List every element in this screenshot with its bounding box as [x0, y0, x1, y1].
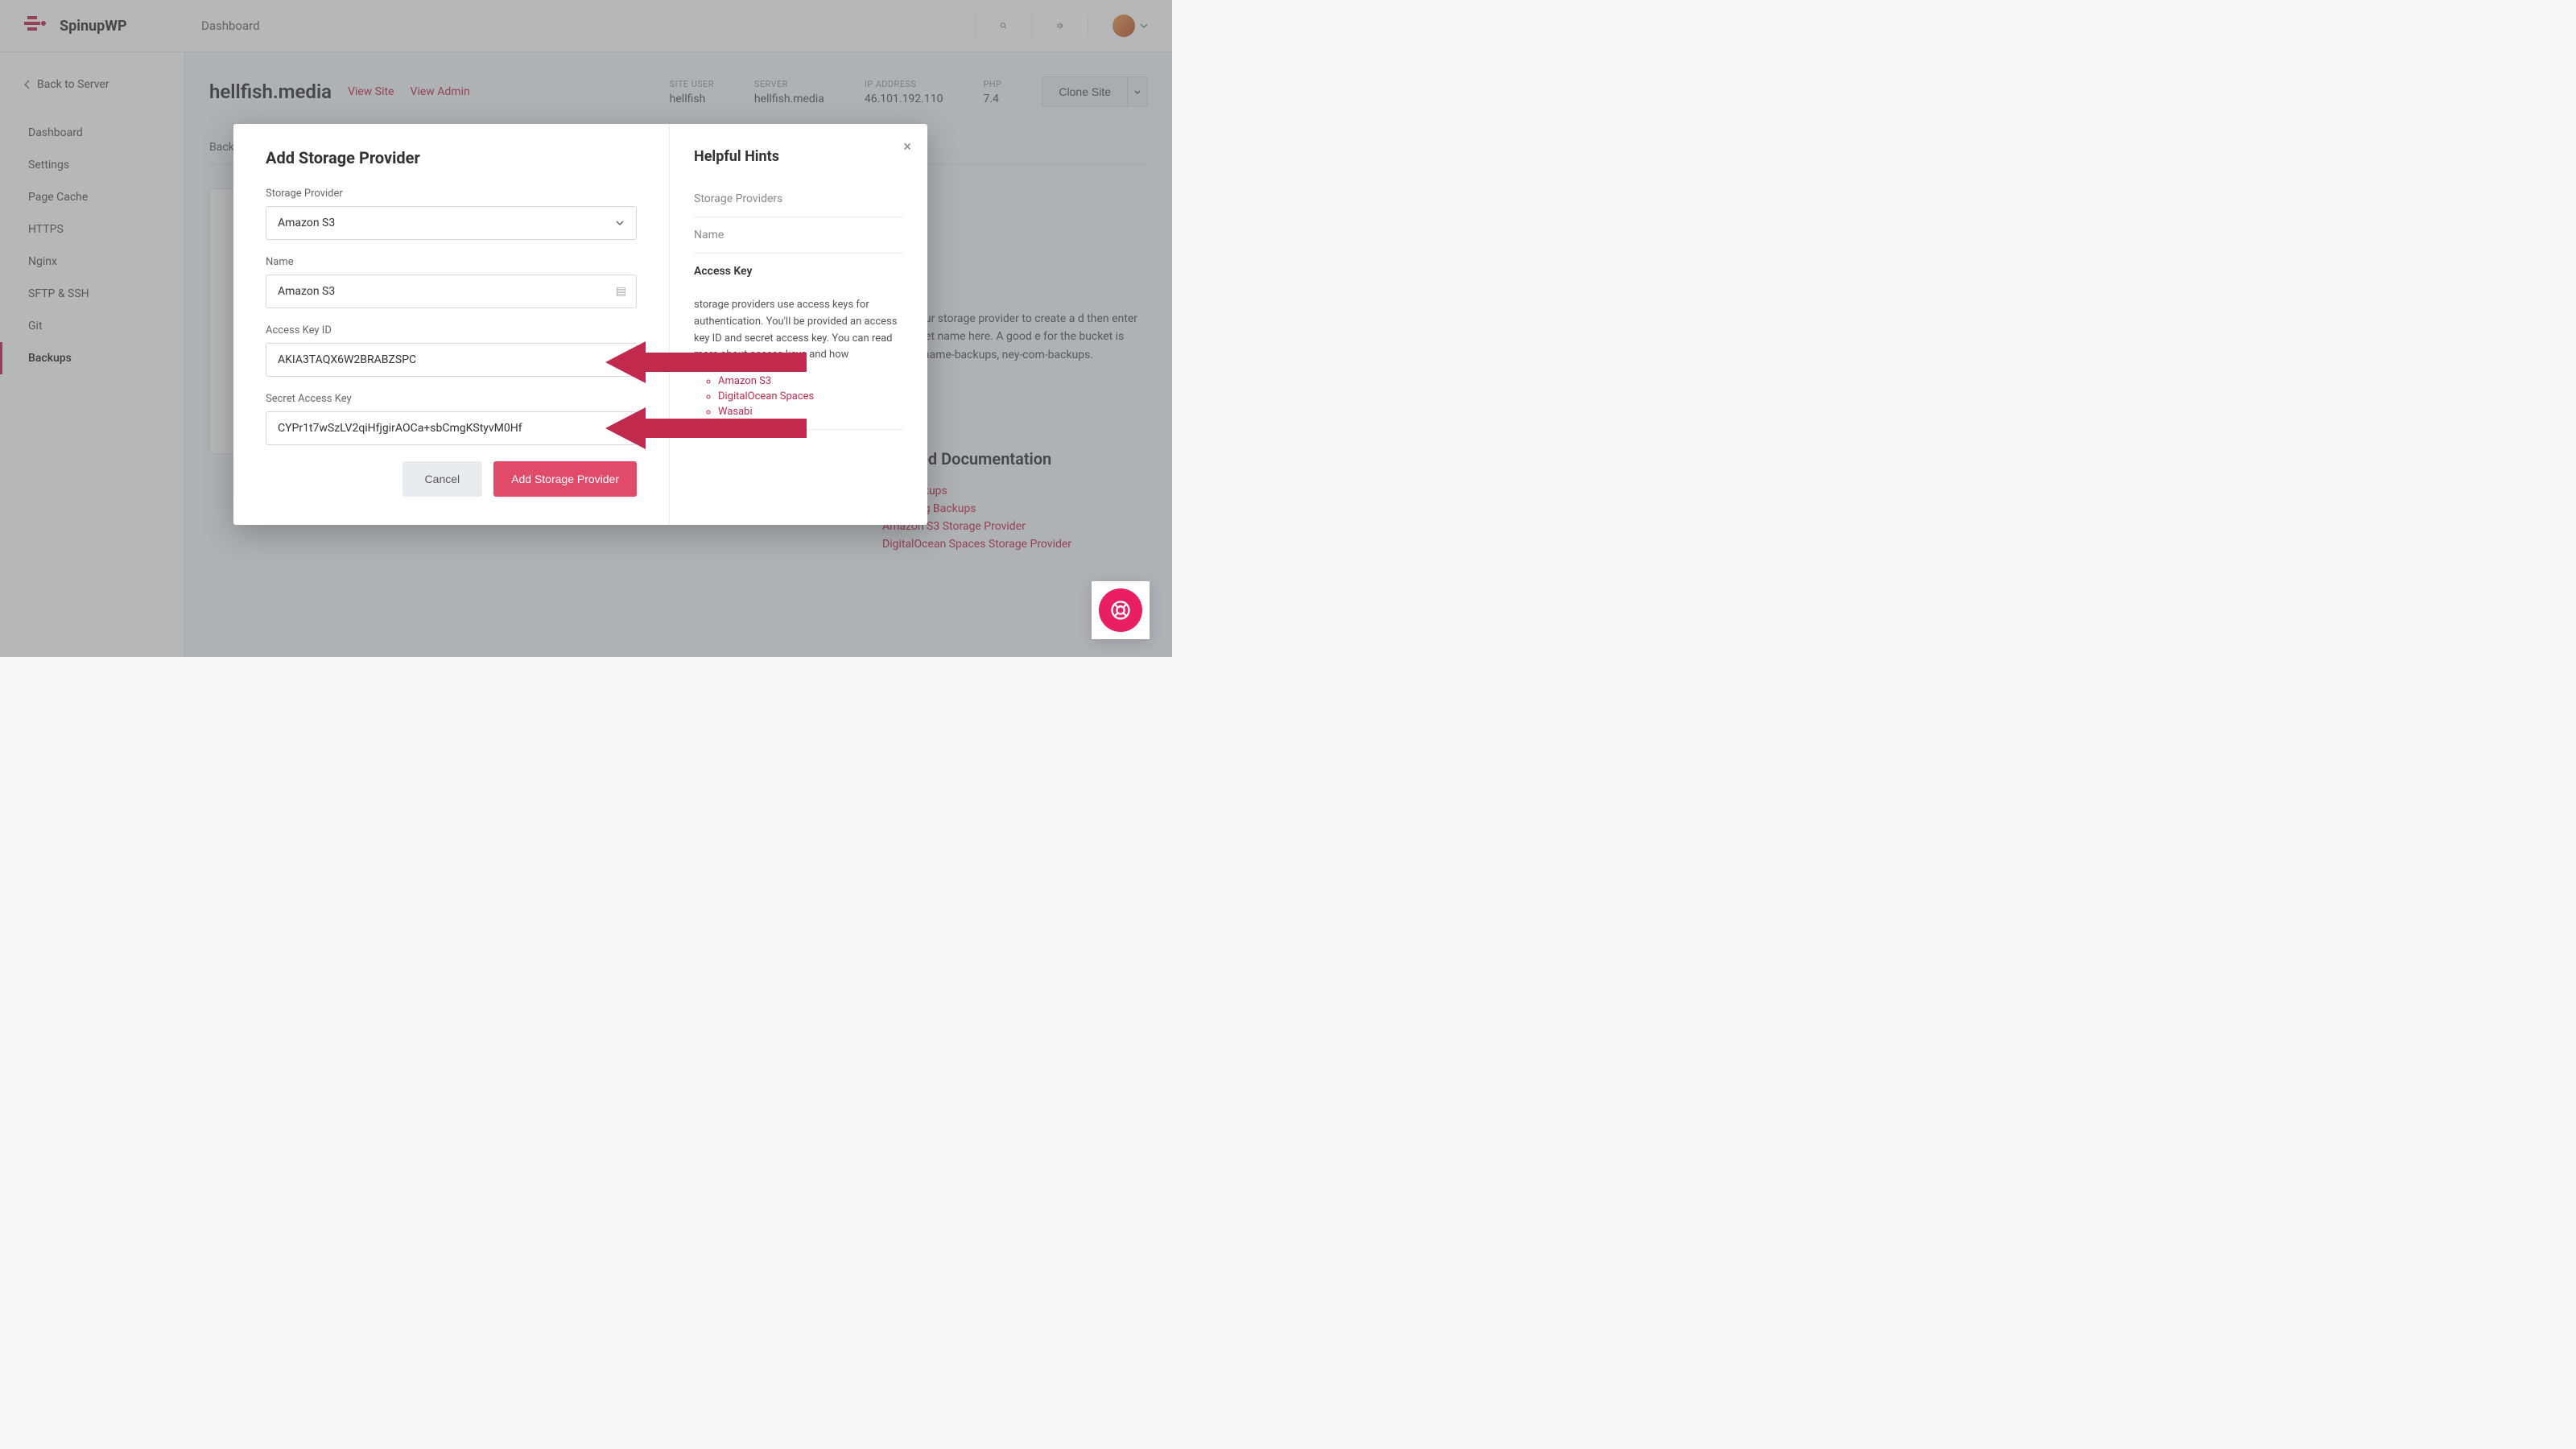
- provider-value: Amazon S3: [278, 217, 335, 229]
- helpful-hints-title: Helpful Hints: [694, 148, 903, 165]
- hint-name[interactable]: Name: [694, 217, 903, 254]
- secret-key-label: Secret Access Key: [266, 393, 637, 405]
- provider-select[interactable]: Amazon S3: [266, 206, 637, 240]
- hint-storage-providers[interactable]: Storage Providers: [694, 181, 903, 217]
- provider-label: Storage Provider: [266, 188, 637, 200]
- help-fab[interactable]: [1092, 581, 1150, 639]
- annotation-arrow-access-key: [605, 336, 807, 388]
- secret-key-input[interactable]: CYPr1t7wSzLV2qiHfjgirAOCa+sbCmgKStyvM0Hf: [266, 411, 637, 445]
- cancel-button[interactable]: Cancel: [402, 461, 483, 497]
- hint-access-key[interactable]: Access Key: [694, 254, 903, 289]
- hint-link-digitalocean[interactable]: DigitalOcean Spaces: [718, 390, 903, 402]
- access-key-input[interactable]: AKIA3TAQX6W2BRABZSPC: [266, 343, 637, 377]
- annotation-arrow-secret-key: [605, 402, 807, 454]
- contact-card-icon: ▤: [616, 285, 626, 298]
- name-input-wrap: Amazon S3 ▤: [266, 275, 637, 308]
- name-label: Name: [266, 256, 637, 268]
- add-storage-provider-button[interactable]: Add Storage Provider: [493, 461, 637, 497]
- modal-title: Add Storage Provider: [266, 148, 637, 167]
- name-input[interactable]: Amazon S3: [278, 285, 335, 298]
- lifebuoy-icon: [1099, 588, 1142, 632]
- access-key-label: Access Key ID: [266, 324, 637, 336]
- close-icon[interactable]: ×: [903, 138, 911, 155]
- dropdown-caret-icon: [615, 218, 625, 228]
- add-storage-provider-modal: Add Storage Provider Storage Provider Am…: [233, 124, 927, 525]
